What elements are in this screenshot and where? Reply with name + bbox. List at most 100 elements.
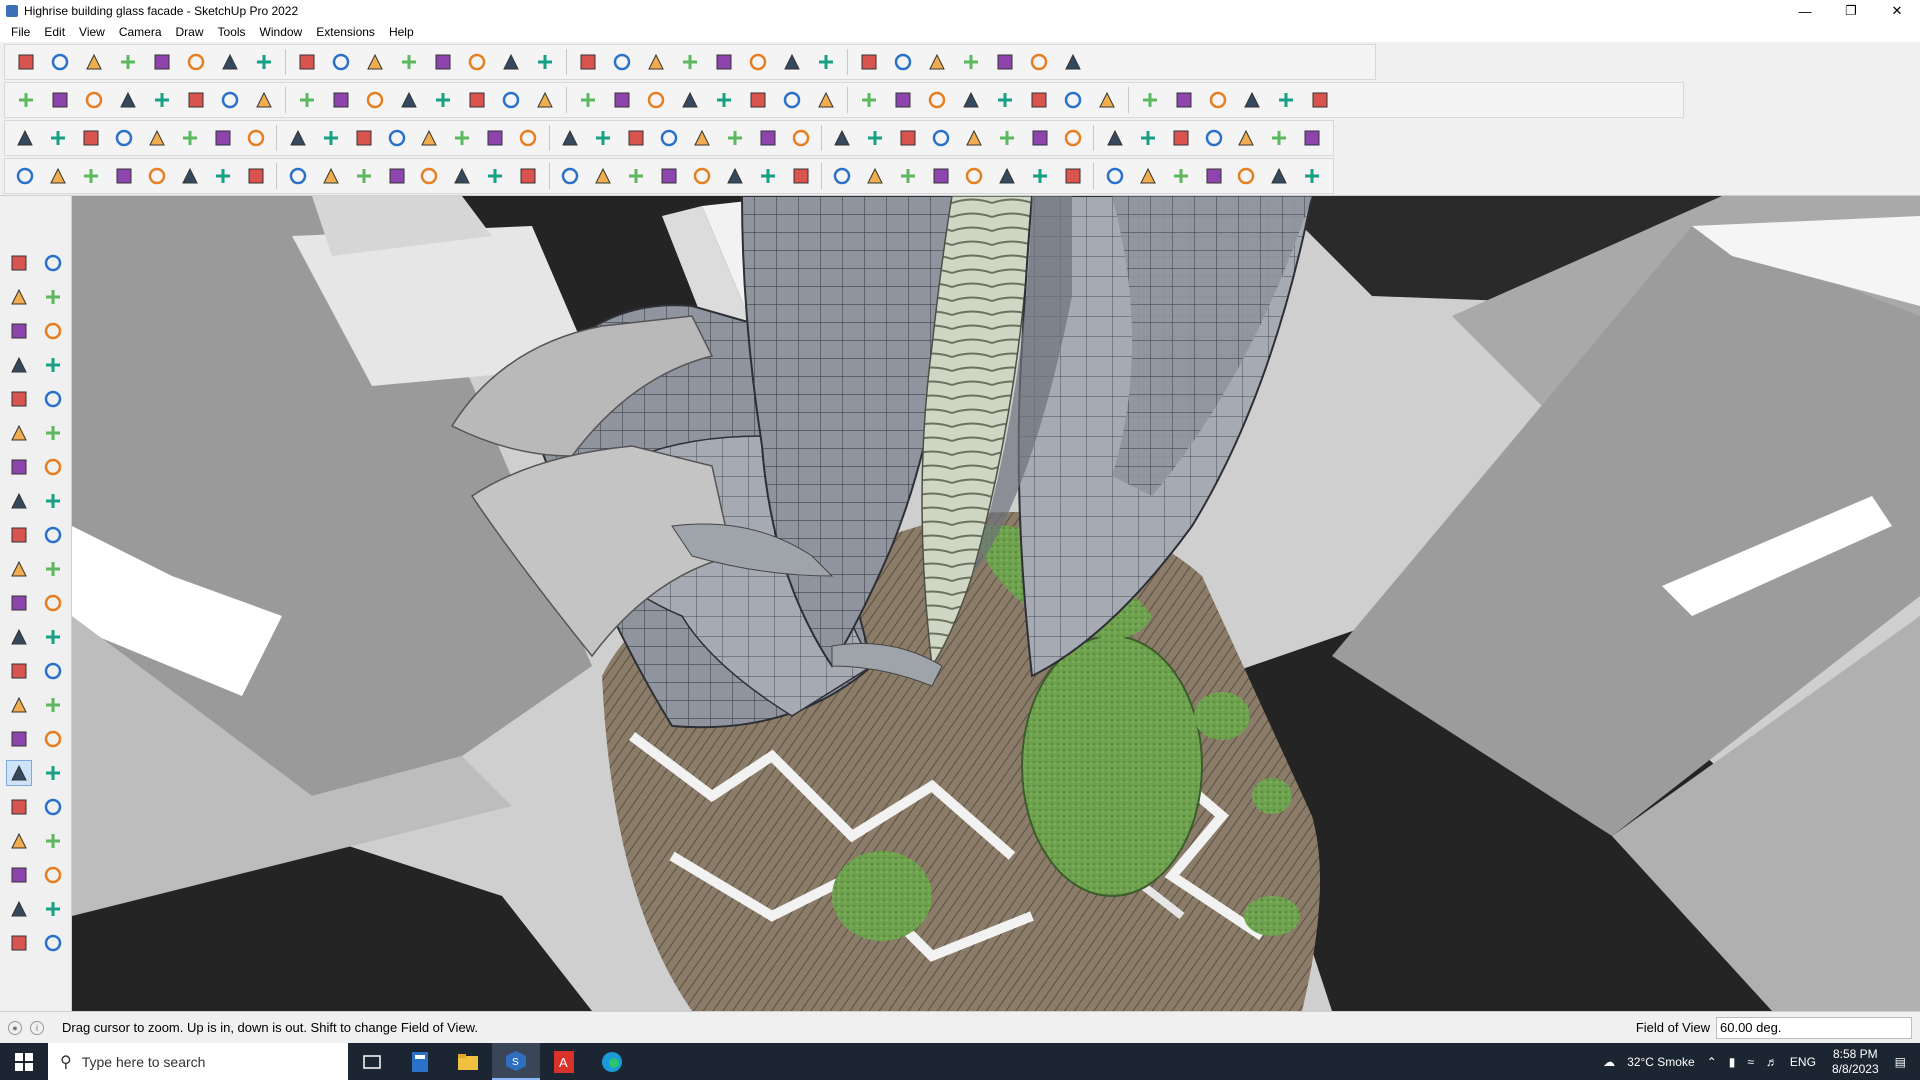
offset-icon[interactable] xyxy=(40,590,66,616)
sheet-icon[interactable] xyxy=(178,163,203,189)
zoom-icon[interactable] xyxy=(5,760,32,786)
push-pull-icon[interactable] xyxy=(217,49,243,75)
slash2-icon[interactable] xyxy=(362,87,388,113)
tool2-icon[interactable] xyxy=(1137,87,1163,113)
polygon-icon[interactable] xyxy=(40,420,66,446)
scale-icon[interactable] xyxy=(362,49,388,75)
grid-yellow-icon[interactable] xyxy=(1135,125,1160,151)
tool6-icon[interactable] xyxy=(1273,87,1299,113)
eraser-icon[interactable] xyxy=(40,284,66,310)
tool1-icon[interactable] xyxy=(1094,87,1120,113)
menu-help[interactable]: Help xyxy=(382,22,421,42)
battery-icon[interactable]: ▮ xyxy=(1729,1055,1736,1069)
house-plain-icon[interactable] xyxy=(677,87,703,113)
tag-icon[interactable] xyxy=(813,49,839,75)
tool4-icon[interactable] xyxy=(1205,87,1231,113)
spline-icon[interactable] xyxy=(1026,87,1052,113)
scale-icon[interactable] xyxy=(6,590,32,616)
tool-c-icon[interactable] xyxy=(995,125,1020,151)
3d-text-icon[interactable] xyxy=(40,692,66,718)
tool-f-icon[interactable] xyxy=(1102,125,1127,151)
blue-diamond-icon[interactable] xyxy=(46,125,71,151)
protractor-icon[interactable] xyxy=(6,658,32,684)
curve-edit-icon[interactable] xyxy=(13,163,38,189)
slats-icon[interactable] xyxy=(962,163,987,189)
rectangle-icon[interactable] xyxy=(6,386,32,412)
orbit-icon[interactable] xyxy=(498,49,524,75)
sphere-icon[interactable] xyxy=(285,163,310,189)
tool-b-icon[interactable] xyxy=(962,125,987,151)
axes-green-icon[interactable] xyxy=(183,87,209,113)
text-icon[interactable] xyxy=(40,658,66,684)
blue-ring-icon[interactable] xyxy=(755,125,780,151)
cross-icon[interactable] xyxy=(483,125,508,151)
coil-icon[interactable] xyxy=(929,163,954,189)
menu-draw[interactable]: Draw xyxy=(169,22,211,42)
taskbar-search[interactable]: ⚲ Type here to search xyxy=(48,1043,348,1080)
3d-viewport[interactable] xyxy=(72,196,1920,1011)
axes-icon[interactable] xyxy=(6,692,32,718)
info-icon[interactable]: i xyxy=(30,1020,44,1035)
eye-icon[interactable] xyxy=(856,49,882,75)
leaf-icon[interactable] xyxy=(318,163,343,189)
account-icon[interactable] xyxy=(779,49,805,75)
hand-wave-icon[interactable] xyxy=(624,163,649,189)
plane-arrow-icon[interactable] xyxy=(464,87,490,113)
menu-view[interactable]: View xyxy=(72,22,112,42)
tape-icon[interactable] xyxy=(40,318,66,344)
zoom-window-icon[interactable] xyxy=(40,760,66,786)
dots-icon[interactable] xyxy=(1267,125,1292,151)
section-plane-icon[interactable] xyxy=(6,896,32,922)
edge-icon[interactable] xyxy=(588,1043,636,1080)
boxes-icon[interactable] xyxy=(243,163,268,189)
select-arrow-icon[interactable] xyxy=(47,49,73,75)
two-point-arc-icon[interactable] xyxy=(40,454,66,480)
push-pull-icon[interactable] xyxy=(40,522,66,548)
tool-d-icon[interactable] xyxy=(1028,125,1053,151)
house-front-icon[interactable] xyxy=(532,87,558,113)
section-cuts-icon[interactable] xyxy=(40,930,66,956)
restore-icon[interactable]: ❐ xyxy=(1828,0,1874,22)
axis-icon[interactable] xyxy=(890,49,916,75)
wing2-icon[interactable] xyxy=(863,163,888,189)
hand-icon[interactable] xyxy=(745,87,771,113)
gear-outline-icon[interactable] xyxy=(145,163,170,189)
orange-ring-icon[interactable] xyxy=(211,125,236,151)
tool-e-icon[interactable] xyxy=(1060,125,1085,151)
curve-red-icon[interactable] xyxy=(450,163,475,189)
style-icon[interactable] xyxy=(643,49,669,75)
drop-icon[interactable] xyxy=(591,125,616,151)
eraser-icon[interactable] xyxy=(81,49,107,75)
acrobat-icon[interactable]: A xyxy=(540,1043,588,1080)
zoom-extents-icon[interactable] xyxy=(609,49,635,75)
fence-icon[interactable] xyxy=(1135,163,1160,189)
tool5-icon[interactable] xyxy=(1239,87,1265,113)
polygon-icon[interactable] xyxy=(890,87,916,113)
paint-bucket-icon[interactable] xyxy=(464,49,490,75)
dots-line-icon[interactable] xyxy=(46,163,71,189)
tool-a-icon[interactable] xyxy=(929,125,954,151)
arc-icon[interactable] xyxy=(6,454,32,480)
pan-icon[interactable] xyxy=(532,49,558,75)
wing3-icon[interactable] xyxy=(896,163,921,189)
geo-location-icon[interactable]: ● xyxy=(8,1020,22,1035)
calculator-icon[interactable] xyxy=(396,1043,444,1080)
slope-icon[interactable] xyxy=(755,163,780,189)
rotate-icon[interactable] xyxy=(6,556,32,582)
paint-bucket-icon[interactable] xyxy=(6,284,32,310)
three-point-arc-icon[interactable] xyxy=(40,488,66,514)
follow-me-icon[interactable] xyxy=(40,556,66,582)
weather-icon[interactable]: ☁ xyxy=(1603,1055,1615,1069)
windows-start-icon[interactable] xyxy=(0,1043,48,1080)
rotate-icon[interactable] xyxy=(328,49,354,75)
task-view-icon[interactable] xyxy=(348,1043,396,1080)
section-display-icon[interactable] xyxy=(40,896,66,922)
rotated-rect-icon[interactable] xyxy=(40,386,66,412)
freehand-icon[interactable] xyxy=(149,49,175,75)
box-top-icon[interactable] xyxy=(81,87,107,113)
sketchup-taskbar-icon[interactable]: S xyxy=(492,1043,540,1080)
move-icon[interactable] xyxy=(294,49,320,75)
language-indicator[interactable]: ENG xyxy=(1790,1055,1816,1069)
menu-window[interactable]: Window xyxy=(253,22,310,42)
file-explorer-icon[interactable] xyxy=(444,1043,492,1080)
